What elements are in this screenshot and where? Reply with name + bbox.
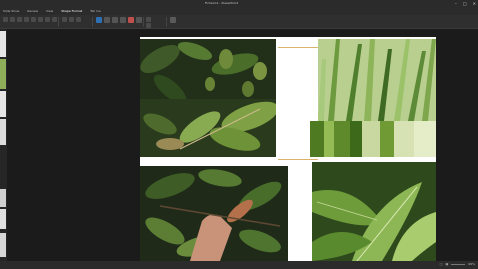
ribbon-divider: [166, 17, 167, 27]
align-icon[interactable]: [120, 17, 126, 23]
menu-tell-me[interactable]: Tell me: [90, 8, 101, 15]
title-bar: Ficheiro1 - PowerPoint – □ ✕: [0, 0, 478, 8]
slide-thumbnail[interactable]: [0, 59, 6, 89]
photo-striped-leaf[interactable]: [310, 121, 436, 157]
slide-thumbnail[interactable]: [0, 209, 6, 229]
maximize-icon[interactable]: □: [463, 1, 467, 6]
selection-pane-icon[interactable]: [112, 17, 118, 23]
ribbon-divider: [143, 17, 144, 27]
photo-grass-blades[interactable]: [318, 39, 436, 121]
zoom-level[interactable]: 66%: [468, 262, 475, 266]
slide-thumbnail[interactable]: [0, 91, 6, 117]
shape-effects-icon[interactable]: [52, 17, 57, 22]
menu-review[interactable]: Review: [27, 8, 38, 15]
ribbon: [0, 15, 478, 29]
height-field-icon[interactable]: [146, 17, 151, 22]
slide-thumbnail-panel[interactable]: [0, 29, 7, 261]
slide-thumbnail[interactable]: [0, 233, 6, 257]
photo-avocado-fruits[interactable]: [140, 39, 276, 157]
minimize-icon[interactable]: –: [455, 1, 457, 6]
window-controls: – □ ✕: [455, 1, 476, 6]
normal-view-icon[interactable]: □: [440, 262, 443, 266]
sorter-view-icon[interactable]: ▦: [445, 262, 448, 266]
width-field-icon[interactable]: [146, 23, 151, 28]
send-backward-icon[interactable]: [104, 17, 110, 23]
close-icon[interactable]: ✕: [473, 1, 476, 6]
wordart-style-icon[interactable]: [62, 17, 67, 22]
slide-canvas[interactable]: [140, 37, 436, 261]
group-icon[interactable]: [128, 17, 134, 23]
status-right-group: □ ▦ 66%: [440, 262, 475, 266]
bring-forward-icon[interactable]: [96, 17, 102, 23]
slide-thumbnail[interactable]: [0, 119, 6, 145]
status-bar: □ ▦ 66%: [0, 261, 478, 269]
ribbon-divider: [92, 17, 93, 27]
text-outline-icon[interactable]: [76, 17, 81, 22]
shape-outline-icon[interactable]: [45, 17, 50, 22]
ribbon-divider: [58, 17, 59, 27]
photo-corn-leaves[interactable]: [312, 162, 436, 261]
shape-edit-icon[interactable]: [10, 17, 15, 22]
menu-slide-show[interactable]: Slide Show: [3, 8, 19, 15]
text-box-icon[interactable]: [17, 17, 22, 22]
accent-line: [278, 47, 318, 48]
zoom-slider[interactable]: [451, 263, 466, 265]
slide-thumbnail[interactable]: [0, 31, 6, 57]
rotate-icon[interactable]: [136, 17, 142, 23]
photo-hand-branch[interactable]: [140, 166, 288, 261]
shape-fill-icon[interactable]: [38, 17, 43, 22]
text-fill-icon[interactable]: [69, 17, 74, 22]
menu-bar: Slide Show Review View Shape Format Tell…: [0, 8, 478, 15]
format-pane-icon[interactable]: [170, 17, 176, 23]
slide-thumbnail[interactable]: [0, 189, 6, 207]
menu-view[interactable]: View: [46, 8, 53, 15]
merge-shapes-icon[interactable]: [24, 17, 29, 22]
menu-shape-format[interactable]: Shape Format: [61, 8, 82, 15]
shape-style-icon[interactable]: [31, 17, 36, 22]
shape-insert-icon[interactable]: [3, 17, 8, 22]
accent-line: [278, 159, 318, 160]
window-title: Ficheiro1 - PowerPoint: [205, 1, 238, 5]
